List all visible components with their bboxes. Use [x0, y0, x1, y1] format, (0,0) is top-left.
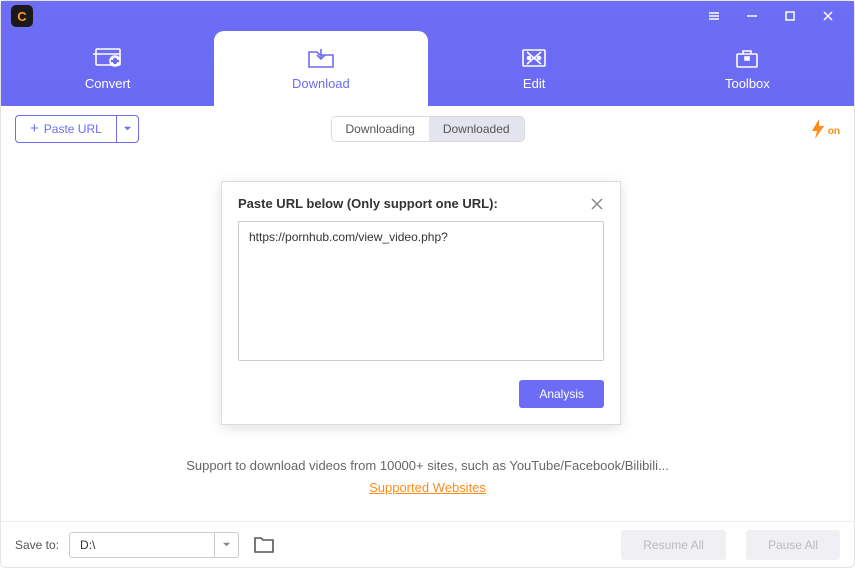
menu-icon[interactable]: [706, 8, 722, 24]
tab-download[interactable]: Download: [214, 31, 427, 106]
minimize-button[interactable]: [744, 8, 760, 24]
maximize-button[interactable]: [782, 8, 798, 24]
save-path-value: D:\: [70, 538, 214, 552]
tab-edit[interactable]: Edit: [428, 31, 641, 106]
bolt-icon: [809, 118, 827, 140]
support-text: Support to download videos from 10000+ s…: [1, 458, 854, 473]
window-controls: [706, 8, 844, 24]
tab-label: Toolbox: [725, 76, 770, 91]
analysis-button[interactable]: Analysis: [519, 380, 604, 408]
main-tabs: Convert Download Edit Toolbox: [1, 31, 854, 106]
brand-badge: on: [809, 118, 840, 140]
open-folder-button[interactable]: [253, 536, 275, 554]
supported-websites-link[interactable]: Supported Websites: [1, 480, 854, 495]
title-bar: C: [1, 1, 854, 31]
modal-header: Paste URL below (Only support one URL):: [238, 196, 604, 211]
modal-close-button[interactable]: [590, 197, 604, 211]
download-icon: [306, 46, 336, 70]
paste-url-modal: Paste URL below (Only support one URL): …: [221, 181, 621, 425]
tab-label: Convert: [85, 76, 131, 91]
paste-url-main[interactable]: + Paste URL: [16, 116, 116, 142]
plus-icon: +: [30, 120, 39, 137]
tab-convert[interactable]: Convert: [1, 31, 214, 106]
paste-url-button[interactable]: + Paste URL: [15, 115, 139, 143]
save-to-label: Save to:: [15, 538, 59, 552]
tab-toolbox[interactable]: Toolbox: [641, 31, 854, 106]
tab-label: Edit: [523, 76, 545, 91]
save-path-selector[interactable]: D:\: [69, 532, 239, 558]
close-button[interactable]: [820, 8, 836, 24]
pause-all-button[interactable]: Pause All: [746, 530, 840, 560]
download-status-segment: Downloading Downloaded: [330, 116, 524, 142]
tab-label: Download: [292, 76, 350, 91]
app-logo: C: [11, 5, 33, 27]
segment-downloaded[interactable]: Downloaded: [429, 117, 524, 141]
bottom-bar: Save to: D:\ Resume All Pause All: [1, 521, 854, 567]
edit-icon: [519, 46, 549, 70]
segment-downloading[interactable]: Downloading: [331, 117, 428, 141]
convert-icon: [93, 46, 123, 70]
toolbox-icon: [732, 46, 762, 70]
paste-url-dropdown[interactable]: [116, 116, 138, 142]
toolbar: + Paste URL Downloading Downloaded on: [1, 106, 854, 151]
paste-url-label: Paste URL: [44, 122, 102, 136]
modal-footer: Analysis: [238, 380, 604, 408]
brand-on-text: on: [828, 126, 840, 137]
resume-all-button[interactable]: Resume All: [621, 530, 726, 560]
modal-title: Paste URL below (Only support one URL):: [238, 196, 498, 211]
save-path-dropdown[interactable]: [214, 533, 238, 557]
url-input[interactable]: [238, 221, 604, 361]
